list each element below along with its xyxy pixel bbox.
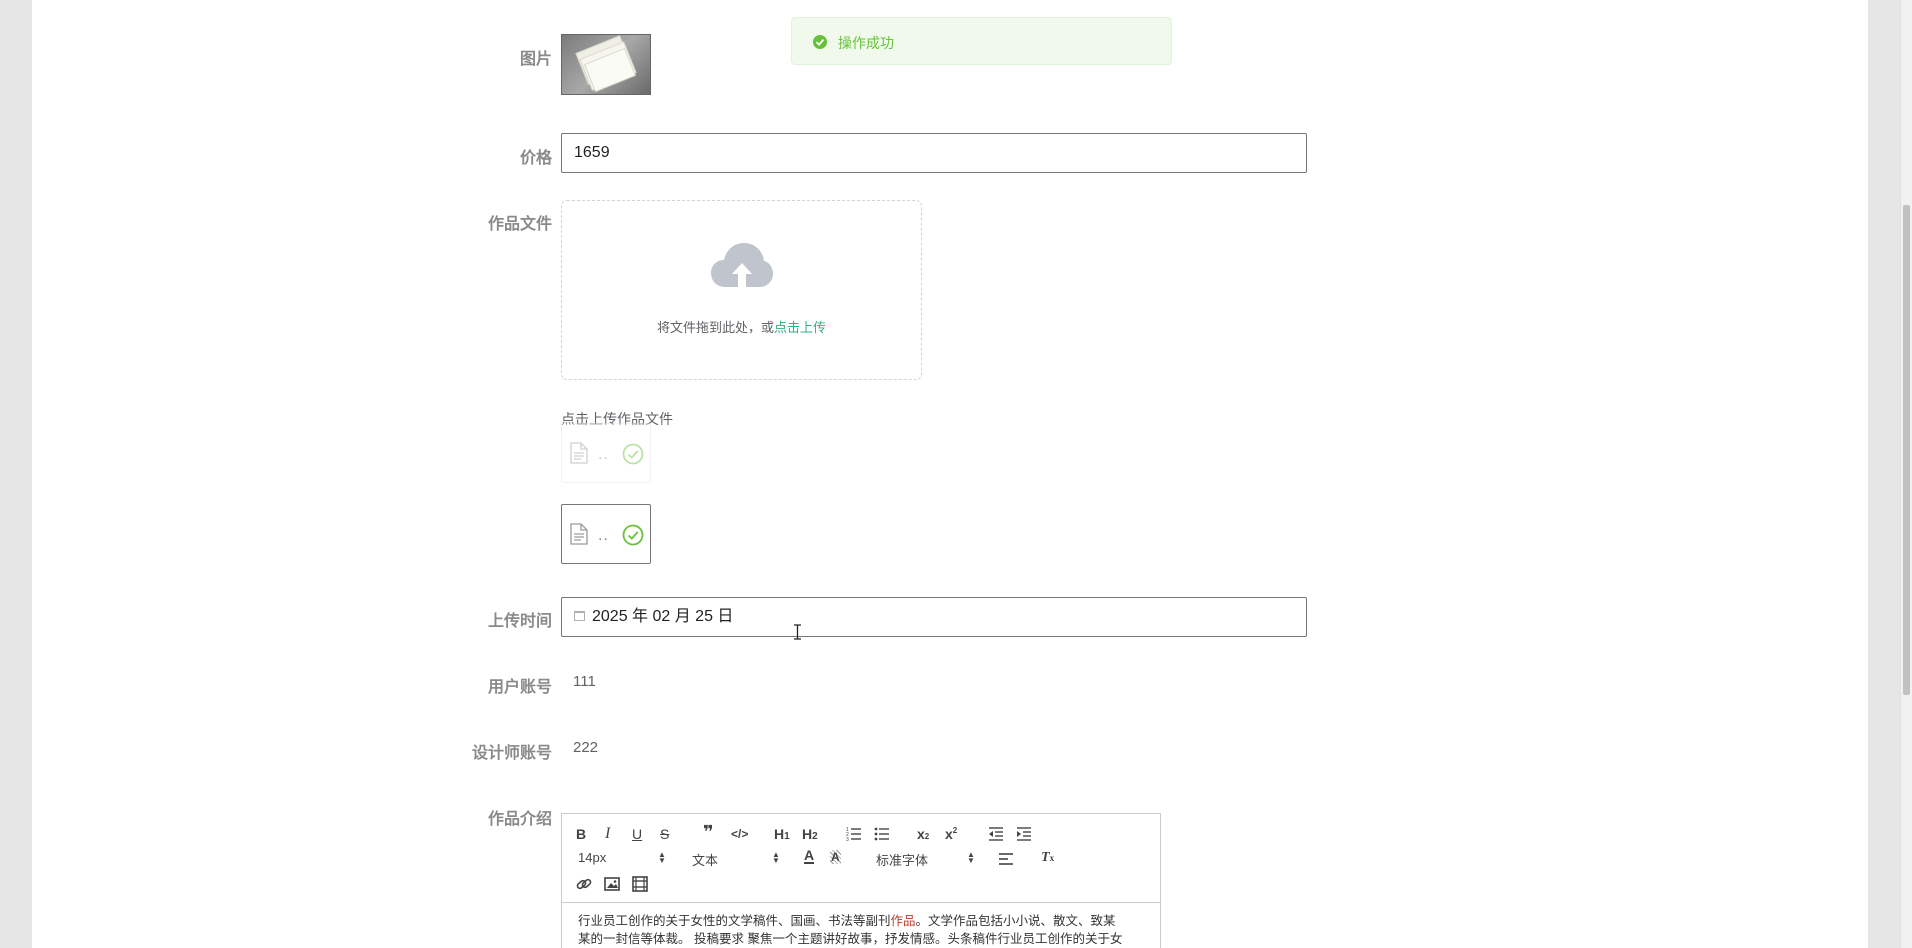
svg-text:3: 3 bbox=[846, 837, 849, 842]
font-color-icon[interactable]: A bbox=[804, 848, 815, 864]
indent-icon[interactable] bbox=[1016, 826, 1032, 842]
cloud-upload-icon bbox=[711, 243, 773, 287]
editor-content[interactable]: 行业员工创作的关于女性的文学稿件、国画、书法等副刊作品。文学作品包括小小说、散文… bbox=[578, 912, 1146, 948]
upload-time-date-input[interactable]: 2025 年 02 月 25 日 bbox=[561, 597, 1307, 637]
rich-text-editor[interactable]: B I U S ❞ </> H1 H2 1 2 3 x2 x2 14px ▲ ▼… bbox=[561, 813, 1161, 948]
align-left-icon[interactable] bbox=[998, 851, 1014, 867]
designer-account-label: 设计师账号 bbox=[471, 745, 552, 762]
user-account-label: 用户账号 bbox=[487, 679, 552, 696]
viewport: 图片 价格 1659 作品文件 将文件拖到此处，或点击上传 点击上传作品文件 .… bbox=[0, 0, 1912, 948]
heading1-icon[interactable]: H1 bbox=[774, 826, 790, 845]
editor-text: 。文学作品包括小小说、散文、致某 bbox=[915, 914, 1116, 928]
video-icon[interactable] bbox=[632, 876, 648, 892]
check-circle-icon bbox=[622, 443, 644, 465]
outdent-icon[interactable] bbox=[988, 826, 1004, 842]
link-icon[interactable] bbox=[576, 876, 592, 892]
uploaded-file-card[interactable]: .. bbox=[561, 423, 651, 483]
file-upload-dropzone[interactable]: 将文件拖到此处，或点击上传 bbox=[561, 200, 922, 380]
select-arrows-icon: ▲ ▼ bbox=[772, 850, 780, 865]
format-select[interactable]: 文本 ▲ ▼ bbox=[692, 850, 782, 869]
success-toast: 操作成功 bbox=[791, 17, 1172, 65]
editor-line: 行业员工创作的关于女性的文学稿件、国画、书法等副刊作品。文学作品包括小小说、散文… bbox=[578, 912, 1146, 930]
document-icon bbox=[570, 442, 588, 464]
file-name: .. bbox=[598, 527, 609, 544]
user-account-value: 111 bbox=[573, 673, 596, 690]
form-page: 图片 价格 1659 作品文件 将文件拖到此处，或点击上传 点击上传作品文件 .… bbox=[32, 0, 1868, 948]
image-icon[interactable] bbox=[604, 876, 620, 892]
editor-text: 行业员工创作的关于女性的文学稿件、国画、书法等副刊 bbox=[578, 914, 891, 928]
vertical-scrollbar[interactable] bbox=[1900, 0, 1912, 948]
editor-highlight-text: 作品 bbox=[890, 914, 916, 928]
check-circle-icon bbox=[622, 524, 644, 546]
font-size-value: 14px bbox=[578, 850, 607, 865]
uploaded-file-card[interactable]: .. bbox=[561, 504, 651, 564]
format-value: 文本 bbox=[692, 853, 719, 868]
file-name: .. bbox=[598, 446, 609, 463]
editor-line: 某的一封信等体裁。 投稿要求 聚焦一个主题讲好故事，抒发情感。头条稿件行业员工创… bbox=[578, 932, 1123, 946]
success-check-icon bbox=[813, 35, 827, 49]
intro-label: 作品介绍 bbox=[487, 811, 552, 828]
image-label: 图片 bbox=[519, 51, 552, 68]
scrollbar-thumb[interactable] bbox=[1903, 205, 1910, 695]
font-size-select[interactable]: 14px ▲ ▼ bbox=[578, 850, 668, 865]
file-label: 作品文件 bbox=[487, 216, 552, 233]
font-family-value: 标准字体 bbox=[876, 853, 929, 868]
select-arrows-icon: ▲ ▼ bbox=[967, 850, 975, 865]
background-color-icon[interactable]: A bbox=[830, 850, 841, 864]
code-block-icon[interactable]: </> bbox=[731, 826, 748, 842]
image-thumbnail[interactable] bbox=[561, 34, 651, 95]
ordered-list-icon[interactable]: 1 2 3 bbox=[846, 826, 862, 842]
upload-instructions: 将文件拖到此处，或点击上传 bbox=[562, 317, 921, 336]
click-upload-link[interactable]: 点击上传 bbox=[774, 320, 826, 335]
price-input[interactable]: 1659 bbox=[561, 133, 1307, 173]
designer-account-value: 222 bbox=[573, 739, 599, 756]
upload-time-value: 2025 年 02 月 25 日 bbox=[592, 608, 734, 625]
text-cursor-icon bbox=[794, 624, 801, 640]
heading2-icon[interactable]: H2 bbox=[802, 826, 818, 845]
blockquote-icon[interactable]: ❞ bbox=[703, 823, 714, 841]
underline-icon[interactable]: U bbox=[632, 826, 642, 842]
document-icon bbox=[570, 523, 588, 545]
upload-drop-text: 将文件拖到此处，或 bbox=[656, 320, 774, 335]
price-label: 价格 bbox=[519, 150, 552, 167]
bullet-list-icon[interactable] bbox=[874, 826, 890, 842]
font-family-select[interactable]: 标准字体 ▲ ▼ bbox=[876, 850, 976, 869]
italic-icon[interactable]: I bbox=[605, 826, 610, 842]
strikethrough-icon[interactable]: S bbox=[660, 826, 669, 842]
superscript-icon[interactable]: x2 bbox=[945, 823, 957, 842]
bold-icon[interactable]: B bbox=[576, 826, 586, 842]
calendar-icon bbox=[574, 611, 585, 621]
clear-format-icon[interactable]: Tx bbox=[1041, 850, 1054, 866]
upload-time-label: 上传时间 bbox=[487, 613, 552, 630]
editor-toolbar: B I U S ❞ </> H1 H2 1 2 3 x2 x2 14px ▲ ▼… bbox=[562, 814, 1160, 903]
select-arrows-icon: ▲ ▼ bbox=[658, 850, 666, 865]
subscript-icon[interactable]: x2 bbox=[917, 826, 929, 845]
toast-message: 操作成功 bbox=[838, 35, 894, 51]
